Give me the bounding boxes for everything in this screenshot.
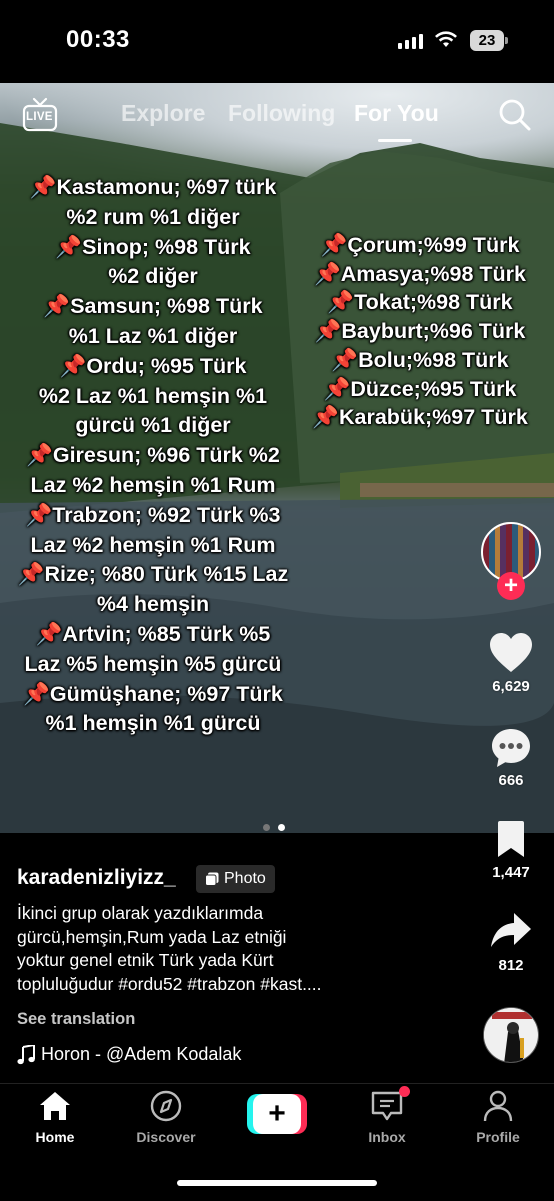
home-icon [40, 1092, 70, 1120]
carousel-dot [263, 824, 270, 831]
overlay-line: 📌Giresun; %96 Türk %2 [26, 443, 280, 468]
overlay-line: Laz %5 hemşin %5 gürcü [24, 651, 282, 676]
album-art-icon [484, 1008, 538, 1062]
caption-line: yoktur genel etnik Türk yada Kürt [17, 950, 274, 970]
battery-tip [505, 37, 508, 44]
wifi-icon [435, 31, 457, 47]
music-label: Horon - @Adem Kodalak [41, 1044, 242, 1064]
overlay-line: %2 diğer [108, 264, 198, 289]
overlay-line: 📌Gümüşhane; %97 Türk [23, 681, 283, 706]
like-count: 6,629 [492, 678, 530, 695]
overlay-line: %2 Laz %1 hemşin %1 [38, 383, 268, 408]
music-info[interactable]: Horon - @Adem Kodalak [17, 1044, 241, 1065]
photo-badge: Photo [196, 865, 275, 893]
overlay-line: 📌Çorum;%99 Türk [320, 233, 520, 257]
overlay-text-left: 📌Kastamonu; %97 türk %2 rum %1 diğer 📌Si… [8, 173, 298, 739]
overlay-line: 📌Trabzon; %92 Türk %3 [25, 502, 281, 527]
overlay-line: %4 hemşin [96, 592, 210, 617]
tab-profile-label: Profile [476, 1129, 520, 1145]
overlay-line: 📌Tokat;%98 Türk [327, 290, 513, 315]
overlay-line: 📌Amasya;%98 Türk [314, 261, 526, 286]
overlay-line: %2 rum %1 diğer [66, 204, 240, 229]
inbox-icon [371, 1091, 403, 1121]
save-count: 1,447 [492, 864, 530, 881]
share-count: 812 [498, 957, 524, 974]
tab-discover[interactable]: Discover [121, 1090, 211, 1145]
tab-for-you[interactable]: For You [354, 100, 439, 127]
cellular-signal-icon [398, 33, 423, 49]
overlay-line: %1 Laz %1 diğer [68, 323, 238, 348]
overlay-line: 📌Bolu;%98 Türk [331, 347, 509, 372]
comment-icon[interactable] [490, 727, 532, 769]
live-button[interactable]: LIVE [21, 97, 59, 133]
carousel-dot-active [278, 824, 285, 831]
overlay-line: Laz %2 hemşin %1 Rum [30, 532, 276, 557]
photo-badge-label: Photo [224, 870, 266, 887]
overlay-text-right: 📌Çorum;%99 Türk 📌Amasya;%98 Türk 📌Tokat;… [306, 231, 534, 432]
post-username[interactable]: karadenizliyizz_ [17, 866, 176, 890]
tab-inbox-label: Inbox [368, 1129, 406, 1145]
overlay-line: 📌Rize; %80 Türk %15 Laz [17, 562, 289, 587]
caption-line: gürcü,hemşin,Rum yada Laz etniği [17, 926, 287, 947]
battery-indicator: 23 [470, 30, 504, 51]
overlay-line: gürcü %1 diğer [75, 413, 231, 438]
overlay-line: 📌Karabük;%97 Türk [312, 405, 528, 430]
bookmark-icon[interactable] [495, 820, 527, 858]
overlay-line: 📌Kastamonu; %97 türk [29, 175, 277, 199]
caption-line: İkinci grup olarak yazdıklarımda [17, 903, 264, 923]
overlay-line: 📌Bayburt;%96 Türk [314, 319, 526, 344]
tab-home[interactable]: Home [10, 1090, 100, 1145]
inbox-notification-dot [399, 1086, 410, 1097]
overlay-line: Laz %2 hemşin %1 Rum [30, 472, 276, 497]
create-plus-icon: + [253, 1094, 301, 1134]
carousel-indicator [263, 824, 285, 831]
post-caption[interactable]: İkinci grup olarak yazdıklarımda gürcü,h… [17, 902, 417, 996]
comment-count: 666 [498, 772, 524, 789]
follow-button[interactable]: + [497, 572, 525, 600]
see-translation-link[interactable]: See translation [17, 1010, 135, 1029]
status-time: 00:33 [66, 26, 130, 53]
tab-discover-label: Discover [136, 1129, 196, 1145]
overlay-line: 📌Samsun; %98 Türk [43, 294, 263, 319]
tab-explore[interactable]: Explore [121, 100, 205, 127]
search-icon[interactable] [498, 98, 532, 132]
home-indicator [177, 1180, 377, 1186]
overlay-line: %1 hemşin %1 gürcü [45, 711, 261, 736]
compass-icon [150, 1090, 182, 1122]
overlay-line: 📌Artvin; %85 Türk %5 [35, 621, 271, 646]
music-disc-avatar[interactable] [483, 1007, 539, 1063]
overlay-line: 📌Ordu; %95 Türk [59, 353, 247, 378]
active-tab-indicator [378, 139, 412, 142]
overlay-line: 📌Sinop; %98 Türk [55, 234, 251, 259]
create-button[interactable]: + [247, 1094, 307, 1134]
photo-icon [205, 872, 219, 886]
live-label: LIVE [26, 111, 53, 123]
music-note-icon [17, 1044, 35, 1064]
caption-line: topluluğudur #ordu52 #trabzon #kast.... [17, 973, 322, 994]
tab-following[interactable]: Following [228, 100, 335, 127]
profile-icon [483, 1090, 513, 1122]
share-icon[interactable] [490, 912, 532, 950]
tab-profile[interactable]: Profile [453, 1090, 543, 1145]
tab-inbox[interactable]: Inbox [342, 1090, 432, 1145]
heart-icon[interactable] [489, 632, 533, 674]
overlay-line: 📌Düzce;%95 Türk [323, 376, 517, 401]
tab-home-label: Home [35, 1129, 75, 1145]
